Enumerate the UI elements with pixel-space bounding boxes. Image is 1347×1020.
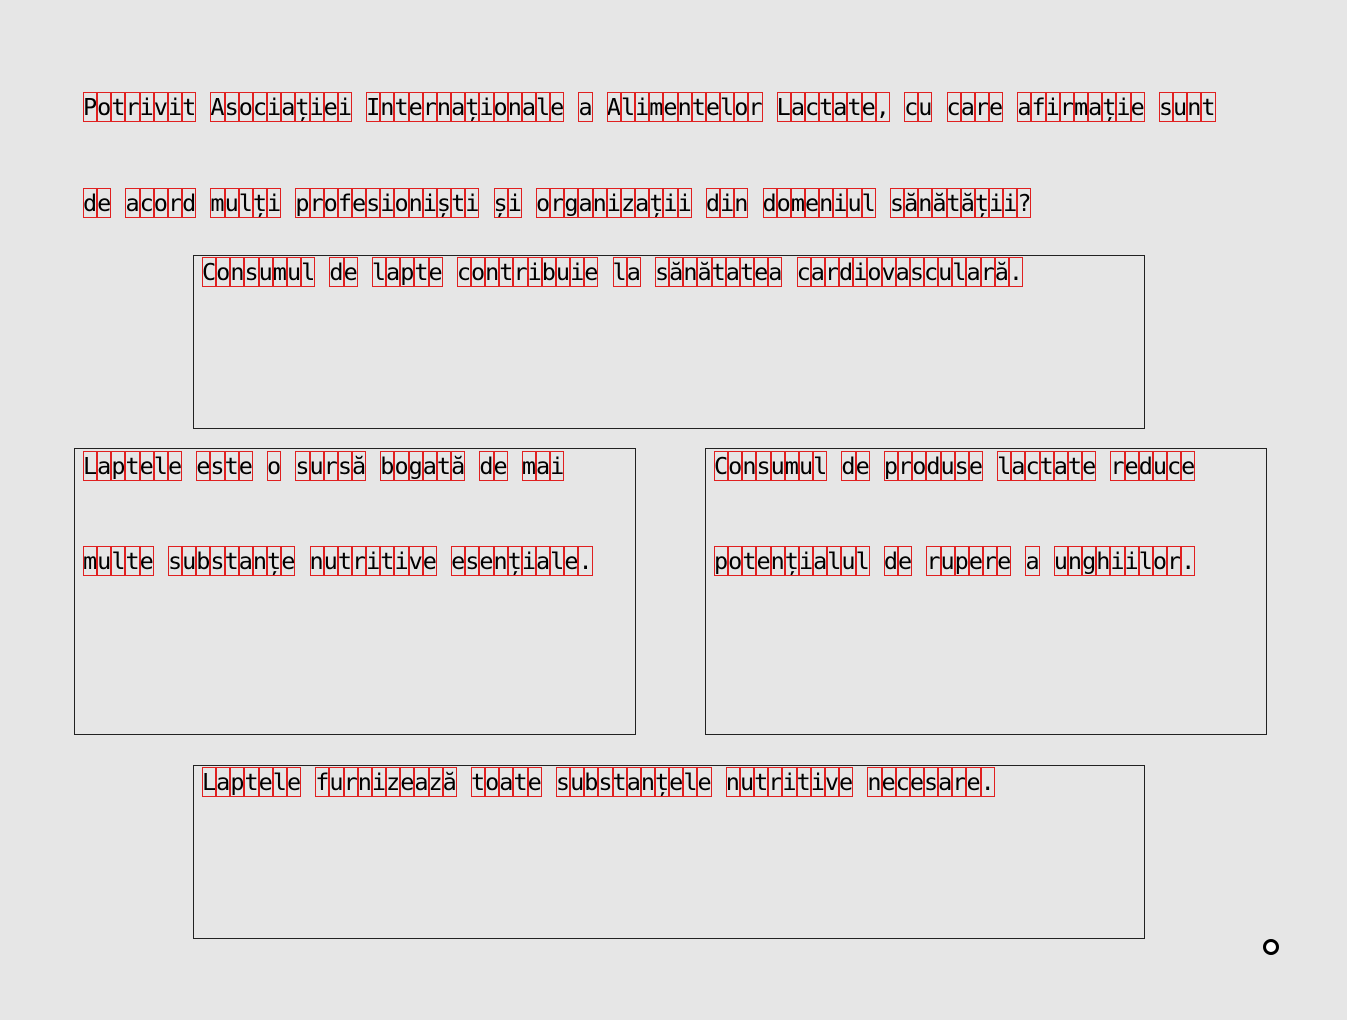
answer-option-d-text: Laptele furnizează toate substanțele nut… (202, 767, 995, 797)
question-line-1: Potrivit Asociației Internaționale a Ali… (83, 92, 1216, 122)
answer-option-a-text: Consumul de lapte contribuie la sănătate… (202, 257, 1024, 287)
answer-option-b-text-line-1: Laptele este o sursă bogată de mai (83, 451, 565, 481)
cursor-ring-icon (1263, 939, 1279, 955)
answer-option-b-text-line-2: multe substanțe nutritive esențiale. (83, 546, 593, 576)
question-line-2: de acord mulți profesioniști și organiza… (83, 188, 1032, 218)
answer-option-c-text-line-2: potențialul de rupere a unghiilor. (714, 546, 1196, 576)
answer-option-c-text-line-1: Consumul de produse lactate reduce (714, 451, 1196, 481)
answer-option-b[interactable]: Laptele este o sursă bogată de mai multe… (74, 448, 636, 735)
answer-option-c[interactable]: Consumul de produse lactate reduce poten… (705, 448, 1267, 735)
answer-option-d[interactable]: Laptele furnizează toate substanțele nut… (193, 765, 1145, 939)
answer-option-a[interactable]: Consumul de lapte contribuie la sănătate… (193, 255, 1145, 429)
